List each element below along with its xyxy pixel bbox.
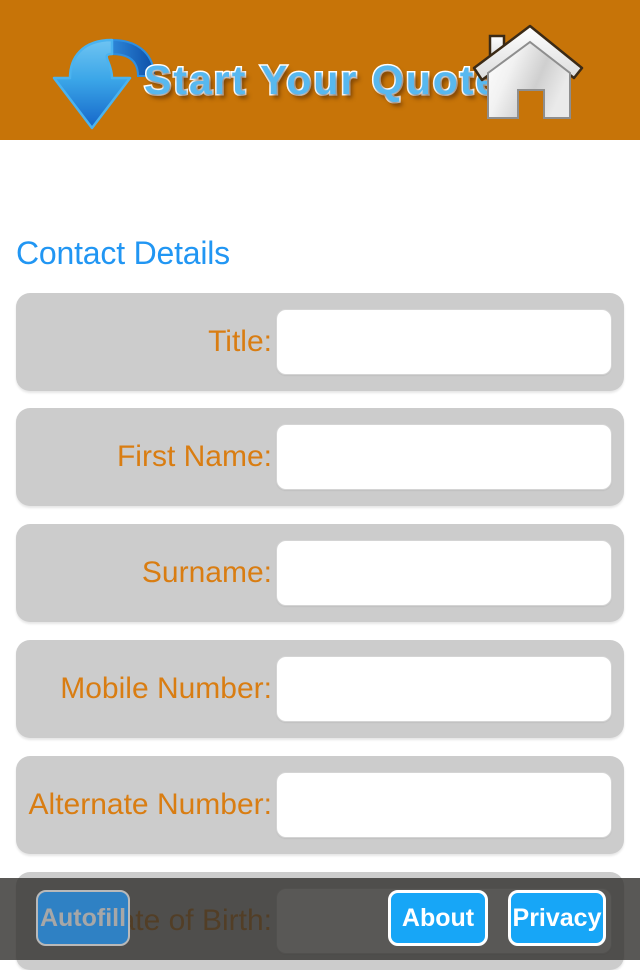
app-header-banner: Start Your Quote (0, 0, 640, 140)
form-content-area: Contact Details Title: First Name: Surna… (0, 140, 640, 970)
field-label-mobile-number: Mobile Number: (60, 672, 272, 705)
house-icon (472, 24, 584, 119)
first-name-input[interactable] (276, 424, 612, 490)
form-row-alternate-number: Alternate Number: (16, 756, 624, 854)
mobile-number-input[interactable] (276, 656, 612, 722)
form-row-first-name: First Name: (16, 408, 624, 506)
about-button[interactable]: About (388, 890, 488, 946)
form-row-mobile-number: Mobile Number: (16, 640, 624, 738)
header-content: Start Your Quote (0, 0, 640, 140)
privacy-button[interactable]: Privacy (508, 890, 606, 946)
field-label-surname: Surname: (141, 556, 272, 589)
field-label-title: Title: (208, 325, 272, 358)
alternate-number-input[interactable] (276, 772, 612, 838)
title-input[interactable] (276, 309, 612, 375)
form-row-surname: Surname: (16, 524, 624, 622)
surname-input[interactable] (276, 540, 612, 606)
page-title: Start Your Quote (143, 56, 501, 105)
section-heading-contact-details: Contact Details (16, 235, 230, 271)
bottom-toolbar: Autofill About Privacy (0, 878, 640, 960)
field-label-first-name: First Name: (116, 440, 272, 473)
autofill-button[interactable]: Autofill (36, 890, 130, 946)
form-row-title: Title: (16, 293, 624, 391)
field-label-alternate-number: Alternate Number: (28, 788, 272, 821)
